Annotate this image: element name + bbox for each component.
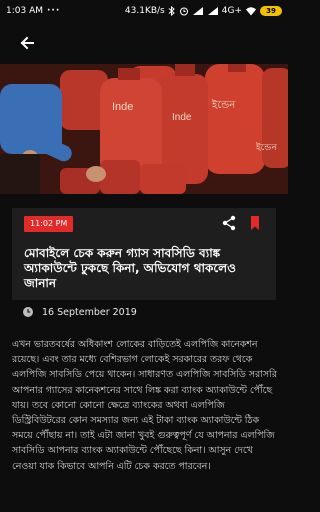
cylinder-label: ইন্ডেন: [211, 99, 236, 111]
article-header-card: 11:02 PM মোবাইলে চেক করুন গ্যাস সাবসিডি …: [12, 208, 276, 300]
share-button[interactable]: [220, 214, 238, 232]
signal-icon-2: [207, 7, 218, 15]
time-badge: 11:02 PM: [24, 216, 74, 232]
cylinder-label: Inde: [112, 101, 133, 113]
alarm-icon: [179, 7, 188, 16]
article-date: 16 September 2019: [42, 306, 137, 318]
article-headline: মোবাইলে চেক করুন গ্যাস সাবসিডি ব্যাঙ্ক অ…: [24, 246, 236, 290]
app-bar: [0, 22, 288, 64]
status-time: 1:03 AM: [6, 6, 43, 16]
status-bar: 1:03 AM ··· 43.1KB/s 4G+ 39: [0, 0, 288, 22]
bookmark-button[interactable]: [246, 214, 264, 232]
status-left: 1:03 AM ···: [6, 6, 60, 16]
article-body: এখন ভারতবর্ষের অধিকাংশ লোকের বাড়িতেই এল…: [12, 339, 277, 472]
notification-dots-icon: ···: [47, 6, 61, 16]
wifi-icon: [246, 7, 256, 16]
clock-icon: [23, 307, 33, 317]
article-date-row: 16 September 2019: [22, 304, 137, 320]
back-button[interactable]: [16, 32, 38, 54]
battery-icon: 39: [260, 6, 282, 16]
gas-cylinders-photo: Inde Inde ইন্ডেন ইন্ডেন: [0, 64, 288, 194]
signal-icon: [192, 7, 203, 15]
article-hero-image: Inde Inde ইন্ডেন ইন্ডেন: [0, 64, 288, 194]
network-type: 4G+: [221, 6, 242, 16]
status-right: 43.1KB/s 4G+ 39: [125, 6, 282, 16]
cylinder-label: Inde: [172, 112, 192, 123]
bookmark-icon: [251, 216, 259, 230]
network-speed: 43.1KB/s: [124, 6, 165, 16]
bluetooth-icon: [168, 6, 175, 16]
cylinder-label: ইন্ডেন: [255, 142, 277, 153]
share-icon: [222, 215, 236, 231]
arrow-left-icon: [20, 36, 34, 50]
